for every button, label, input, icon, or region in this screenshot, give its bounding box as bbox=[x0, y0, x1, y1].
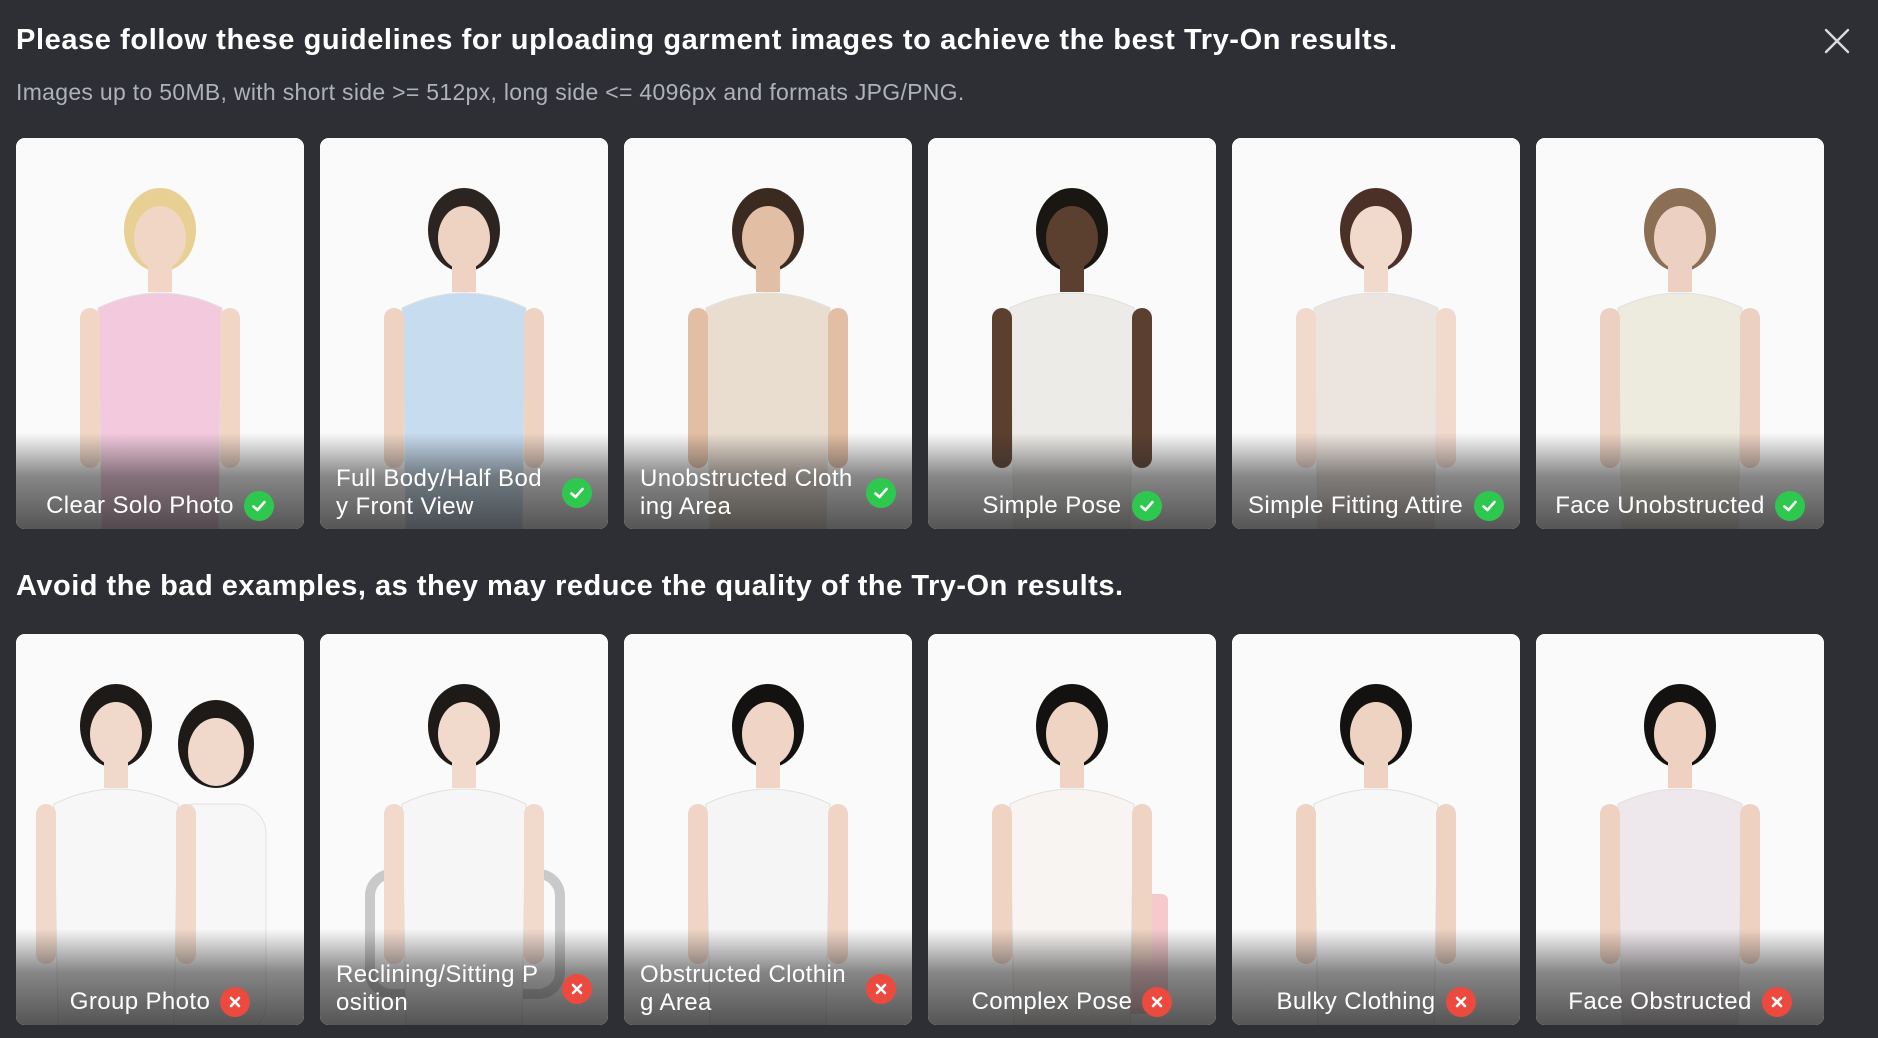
check-circle-icon bbox=[1131, 491, 1162, 521]
good-example-card-unobstructed-clothing-area[interactable]: Unobstructed Clothing Area bbox=[624, 138, 912, 529]
x-icon bbox=[1455, 996, 1466, 1008]
caption-row: Face Unobstructed bbox=[1555, 491, 1805, 521]
x-circle-icon bbox=[220, 987, 251, 1017]
card-label: Complex Pose bbox=[971, 988, 1133, 1015]
caption-row: Unobstructed Clothing Area bbox=[640, 465, 896, 521]
check-circle-icon bbox=[243, 491, 274, 521]
card-label: Unobstructed Clothing Area bbox=[640, 465, 853, 520]
bad-example-card-group-photo[interactable]: Group Photo bbox=[16, 634, 304, 1025]
good-example-card-simple-pose[interactable]: Simple Pose bbox=[928, 138, 1216, 529]
caption-row: Obstructed Clothing Area bbox=[640, 961, 896, 1017]
caption-row: Clear Solo Photo bbox=[46, 491, 274, 521]
dialog-title: Please follow these guidelines for uploa… bbox=[16, 24, 1398, 56]
x-circle-icon bbox=[866, 974, 896, 1004]
check-circle-icon bbox=[1774, 491, 1805, 521]
check-circle-icon bbox=[1474, 491, 1504, 521]
bad-examples-grid: Group Photo Reclining/Sitting Position O… bbox=[16, 634, 1824, 1025]
check-icon bbox=[874, 487, 888, 499]
check-icon bbox=[1482, 500, 1496, 512]
bad-example-card-bulky-clothing[interactable]: Bulky Clothing bbox=[1232, 634, 1520, 1025]
good-example-card-clear-solo-photo[interactable]: Clear Solo Photo bbox=[16, 138, 304, 529]
card-caption: Simple Fitting Attire bbox=[1232, 433, 1520, 529]
check-icon bbox=[1782, 500, 1797, 512]
close-button[interactable] bbox=[1822, 26, 1852, 56]
card-label: Obstructed Clothing Area bbox=[640, 961, 846, 1016]
x-icon bbox=[571, 983, 583, 995]
check-circle-icon bbox=[562, 478, 592, 508]
card-caption: Unobstructed Clothing Area bbox=[624, 433, 912, 529]
check-circle-icon bbox=[866, 478, 896, 508]
x-circle-icon bbox=[1445, 987, 1476, 1017]
card-label: Simple Fitting Attire bbox=[1248, 492, 1464, 519]
card-caption: Bulky Clothing bbox=[1232, 929, 1520, 1025]
dialog-subtitle: Images up to 50MB, with short side >= 51… bbox=[16, 79, 965, 105]
good-example-card-full-body-half-body-front-view[interactable]: Full Body/Half Body Front View bbox=[320, 138, 608, 529]
x-icon bbox=[1152, 996, 1163, 1008]
check-icon bbox=[1139, 500, 1154, 512]
caption-row: Group Photo bbox=[70, 987, 251, 1017]
caption-row: Bulky Clothing bbox=[1276, 987, 1476, 1017]
caption-row: Face Obstructed bbox=[1568, 987, 1792, 1017]
card-label: Group Photo bbox=[69, 988, 211, 1015]
x-icon bbox=[875, 983, 887, 995]
card-caption: Reclining/Sitting Position bbox=[320, 929, 608, 1025]
close-icon bbox=[1824, 28, 1850, 54]
card-caption: Face Obstructed bbox=[1536, 929, 1824, 1025]
card-caption: Simple Pose bbox=[928, 433, 1216, 529]
card-caption: Obstructed Clothing Area bbox=[624, 929, 912, 1025]
card-caption: Complex Pose bbox=[928, 929, 1216, 1025]
card-caption: Group Photo bbox=[16, 929, 304, 1025]
card-label: Face Obstructed bbox=[1568, 988, 1752, 1015]
card-label: Bulky Clothing bbox=[1276, 988, 1436, 1015]
good-examples-grid: Clear Solo Photo Full Body/Half Body Fro… bbox=[16, 138, 1824, 529]
x-circle-icon bbox=[1142, 987, 1173, 1017]
bad-example-card-reclining-sitting-position[interactable]: Reclining/Sitting Position bbox=[320, 634, 608, 1025]
bad-example-card-face-obstructed[interactable]: Face Obstructed bbox=[1536, 634, 1824, 1025]
caption-row: Complex Pose bbox=[972, 987, 1173, 1017]
card-label: Face Unobstructed bbox=[1555, 492, 1765, 519]
card-caption: Full Body/Half Body Front View bbox=[320, 433, 608, 529]
card-caption: Face Unobstructed bbox=[1536, 433, 1824, 529]
x-icon bbox=[229, 996, 241, 1008]
good-example-card-simple-fitting-attire[interactable]: Simple Fitting Attire bbox=[1232, 138, 1520, 529]
card-caption: Clear Solo Photo bbox=[16, 433, 304, 529]
bad-example-card-complex-pose[interactable]: Complex Pose bbox=[928, 634, 1216, 1025]
caption-row: Simple Fitting Attire bbox=[1248, 491, 1504, 521]
card-label: Reclining/Sitting Position bbox=[336, 961, 539, 1016]
check-icon bbox=[252, 500, 266, 512]
card-label: Clear Solo Photo bbox=[46, 492, 234, 519]
x-circle-icon bbox=[562, 974, 592, 1004]
bad-examples-title: Avoid the bad examples, as they may redu… bbox=[16, 570, 1124, 602]
check-icon bbox=[570, 487, 584, 499]
caption-row: Simple Pose bbox=[982, 491, 1162, 521]
good-example-card-face-unobstructed[interactable]: Face Unobstructed bbox=[1536, 138, 1824, 529]
x-icon bbox=[1771, 996, 1783, 1008]
card-label: Full Body/Half Body Front View bbox=[336, 465, 542, 520]
x-circle-icon bbox=[1761, 987, 1792, 1017]
card-label: Simple Pose bbox=[982, 492, 1122, 519]
caption-row: Reclining/Sitting Position bbox=[336, 961, 592, 1017]
caption-row: Full Body/Half Body Front View bbox=[336, 465, 592, 521]
bad-example-card-obstructed-clothing-area[interactable]: Obstructed Clothing Area bbox=[624, 634, 912, 1025]
